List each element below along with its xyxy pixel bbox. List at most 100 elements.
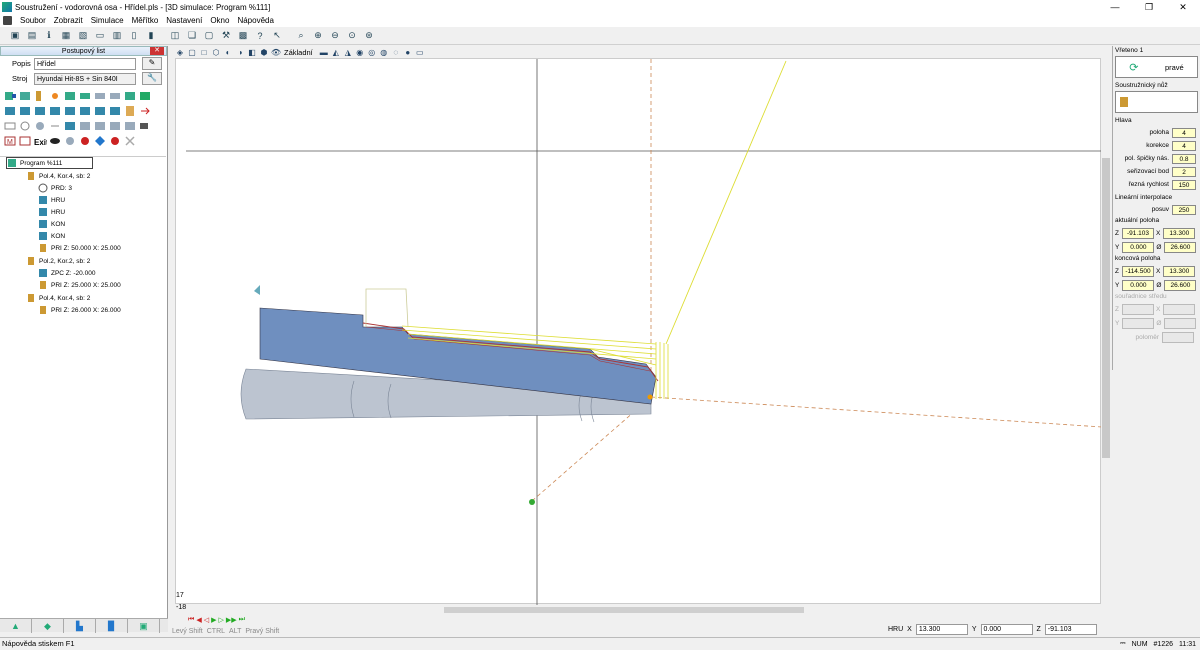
arrows-icon[interactable] [49, 120, 62, 132]
book-tab-icon[interactable]: ▙ [64, 619, 96, 633]
settings-icon[interactable] [34, 120, 47, 132]
print-icon[interactable]: ▭ [93, 29, 107, 43]
tree-item[interactable]: KON [38, 218, 65, 230]
thread-icon[interactable] [64, 90, 77, 102]
macro-icon[interactable]: M [4, 135, 17, 147]
hand-icon[interactable] [109, 135, 122, 147]
wrench-icon[interactable]: 🔧 [142, 72, 162, 85]
tree-item[interactable]: Pol.4, Kor.4, sb: 2 [26, 292, 90, 304]
open-icon[interactable]: ▤ [25, 29, 39, 43]
move-icon[interactable] [79, 90, 92, 102]
finish-icon[interactable] [139, 90, 152, 102]
stroj-select[interactable]: Hyundai Hit-8S + Sin 840I [34, 72, 136, 85]
lathe-icon[interactable]: ◍ [379, 47, 389, 57]
rotate-icon[interactable]: ● [403, 47, 413, 57]
3d-canvas[interactable] [175, 58, 1103, 605]
tree-item[interactable]: PRD: 3 [38, 182, 72, 194]
zoom-all-icon[interactable]: ⊛ [362, 29, 376, 43]
new-icon[interactable]: ▣ [8, 29, 22, 43]
facing-icon[interactable] [19, 90, 32, 102]
folder-icon[interactable]: ▬ [319, 47, 329, 57]
chart-tab-icon[interactable]: ▲ [0, 619, 32, 633]
layout-icon[interactable]: ▯ [127, 29, 141, 43]
mill-icon[interactable] [64, 105, 77, 117]
menu-dropdown-icon[interactable] [139, 120, 152, 132]
save-tab-icon[interactable]: ▣ [128, 619, 160, 633]
tree-item[interactable]: KON [38, 230, 65, 242]
rewind-icon[interactable]: ⏮ [188, 616, 194, 624]
list-icon[interactable] [94, 120, 107, 132]
view-right-icon[interactable]: ◐ [223, 47, 233, 57]
frame-icon[interactable]: ▢ [202, 29, 216, 43]
grid-icon[interactable] [79, 120, 92, 132]
menu-napoveda[interactable]: Nápověda [233, 16, 277, 25]
view-icon[interactable] [64, 135, 77, 147]
bore-icon[interactable] [19, 105, 32, 117]
minimize-button[interactable]: — [1098, 0, 1132, 14]
sheet-tab-icon[interactable]: ▉ [96, 619, 128, 633]
play-icon[interactable]: ▶ [211, 616, 216, 624]
step-icon[interactable]: ▷ [218, 616, 223, 624]
cube-icon[interactable]: ◫ [168, 29, 182, 43]
ream-icon[interactable] [34, 105, 47, 117]
view-front-icon[interactable]: ▢ [187, 47, 197, 57]
cycle-icon[interactable] [94, 90, 107, 102]
info-icon[interactable]: ℹ [42, 29, 56, 43]
tree-item[interactable]: Pol.2, Kor.2, sb: 2 [26, 255, 90, 267]
calc-icon[interactable]: ▩ [236, 29, 250, 43]
tap-icon[interactable] [49, 105, 62, 117]
help-icon[interactable]: ? [253, 29, 267, 43]
slot-icon[interactable] [79, 105, 92, 117]
light-icon[interactable]: ◌ [391, 47, 401, 57]
menu-zobrazit[interactable]: Zobrazit [50, 16, 87, 25]
forward-icon[interactable]: ▶▶ [226, 616, 237, 624]
zoom-out-icon[interactable]: ⊖ [328, 29, 342, 43]
tool-view-icon[interactable]: ◭ [331, 47, 341, 57]
blank-icon[interactable] [4, 120, 17, 132]
tree-item[interactable]: PRI Z: 26.000 X: 26.000 [38, 304, 121, 316]
exit-icon[interactable]: Exit [34, 135, 47, 147]
point-icon[interactable] [49, 90, 62, 102]
tree-item[interactable]: Program %111 [6, 157, 94, 169]
piece-icon[interactable]: ◮ [343, 47, 353, 57]
view-select-icon[interactable]: □ [199, 47, 209, 57]
save-icon[interactable]: ▦ [59, 29, 73, 43]
zoom-window-icon[interactable]: ⊙ [345, 29, 359, 43]
diamond-tab-icon[interactable]: ◆ [32, 619, 64, 633]
doc-icon[interactable]: ▮ [144, 29, 158, 43]
tree-item[interactable]: HRU [38, 206, 65, 218]
turning-icon[interactable] [4, 90, 17, 102]
vertical-scrollbar[interactable] [1101, 58, 1111, 618]
comment-icon[interactable]: ▭ [415, 47, 425, 57]
end-icon[interactable]: ⏭ [239, 616, 245, 624]
tree-item[interactable]: PRI Z: 50.000 X: 25.000 [38, 242, 121, 254]
menu-nastaveni[interactable]: Nastavení [162, 16, 206, 25]
view-left-icon[interactable]: ◑ [235, 47, 245, 57]
block-icon[interactable] [124, 120, 137, 132]
delete-icon[interactable] [124, 135, 137, 147]
zoom-icon[interactable]: ⌕ [294, 29, 308, 43]
system-menu-icon[interactable] [3, 16, 12, 25]
close-button[interactable]: ✕ [1166, 0, 1200, 14]
wire-icon[interactable]: ◎ [367, 47, 377, 57]
menu-soubor[interactable]: Soubor [16, 16, 50, 25]
copy-icon[interactable]: ❏ [185, 29, 199, 43]
tool-icon[interactable]: ▧ [76, 29, 90, 43]
maximize-button[interactable]: ❐ [1132, 0, 1166, 14]
view-top-icon[interactable]: ⬡ [211, 47, 221, 57]
pdf-icon[interactable] [19, 135, 32, 147]
rough-icon[interactable] [109, 90, 122, 102]
eye-view-icon[interactable]: 👁 [271, 47, 281, 57]
tree-item[interactable]: ZPC Z: -20.000 [38, 267, 95, 279]
zoom-in-icon[interactable]: ⊕ [311, 29, 325, 43]
view-name[interactable]: Základní [284, 48, 313, 57]
hammer-icon[interactable]: ⚒ [219, 29, 233, 43]
view-iso-icon[interactable]: ◈ [175, 47, 185, 57]
contour-icon[interactable] [124, 90, 137, 102]
insert-icon[interactable] [139, 105, 152, 117]
window-icon[interactable]: ▥ [110, 29, 124, 43]
groove-icon[interactable] [34, 90, 47, 102]
split-icon[interactable] [109, 120, 122, 132]
close-panel-icon[interactable]: ✕ [150, 47, 164, 55]
view-3d-icon[interactable]: ⬢ [259, 47, 269, 57]
